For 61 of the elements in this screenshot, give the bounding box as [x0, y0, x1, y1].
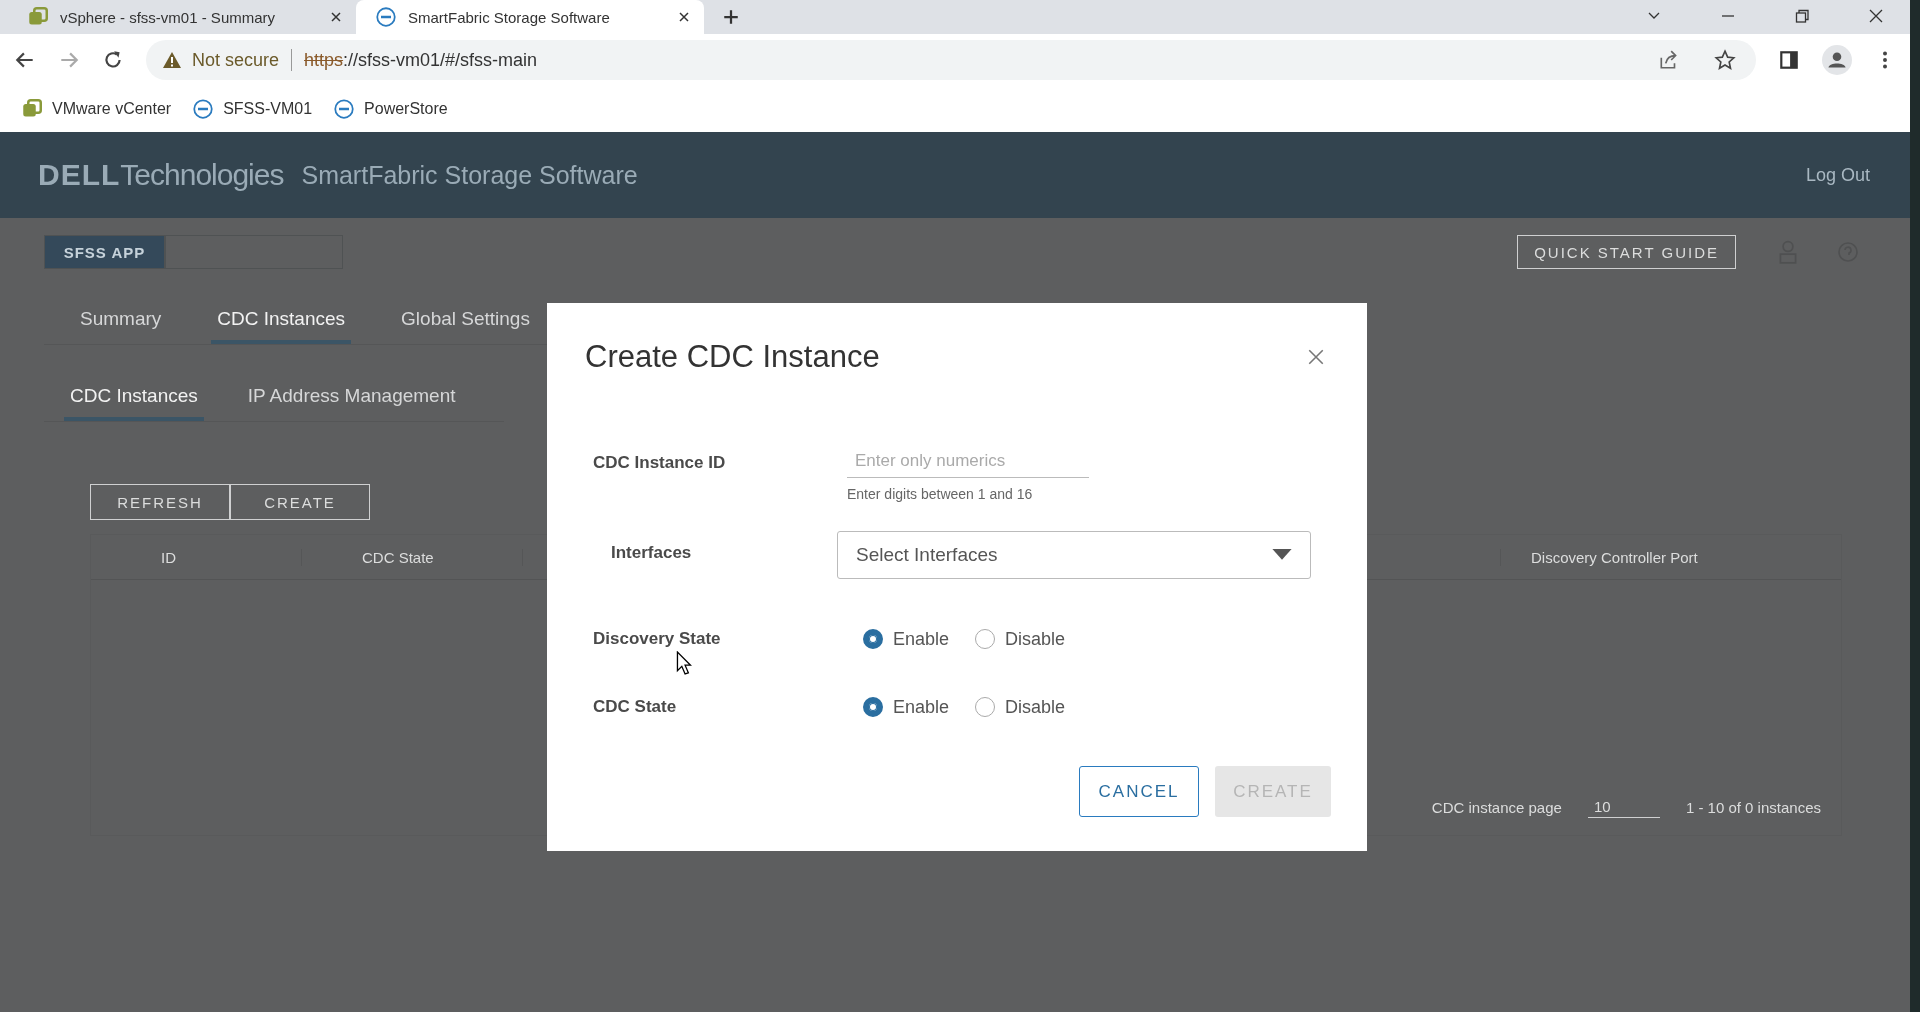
field-label: Interfaces — [610, 542, 693, 563]
nav-tab[interactable]: Summary — [74, 308, 168, 344]
address-bar[interactable]: Not secure https://sfss-vm01/#/sfss-main — [146, 40, 1756, 80]
cursor-icon — [676, 651, 692, 675]
tab-title: vSphere - sfss-vm01 - Summary — [60, 8, 277, 26]
field-label: CDC State — [592, 697, 678, 717]
star-icon[interactable] — [1714, 49, 1736, 71]
vsphere-icon — [28, 7, 48, 27]
restore-icon[interactable] — [1794, 8, 1810, 24]
select-dropdown[interactable]: Select Interfaces — [837, 531, 1311, 579]
app-switch-button[interactable] — [165, 235, 343, 269]
close-icon[interactable] — [1868, 8, 1884, 24]
close-icon[interactable] — [678, 11, 690, 23]
page-size-label: CDC instance page — [1431, 798, 1562, 816]
url-text: https://sfss-vm01/#/sfss-main — [304, 49, 538, 71]
brand-logo: DELLTechnologies — [38, 158, 284, 192]
bookmark-label: PowerStore — [364, 100, 448, 118]
pagination-range: 1 - 10 of 0 instances — [1685, 798, 1821, 816]
field-label: CDC Instance ID — [592, 452, 727, 473]
field-label: Discovery State — [592, 629, 722, 649]
dialog-title: Create CDC Instance — [585, 339, 880, 375]
column-header[interactable]: ID — [91, 548, 302, 566]
caret-icon — [1272, 549, 1292, 561]
helper-text: Enter digits between 1 and 16 — [847, 486, 1034, 502]
dialog-button[interactable]: CANCEL — [1079, 766, 1199, 817]
nav-tab[interactable]: Global Settings — [395, 308, 536, 344]
toolbar-button[interactable]: CREATE — [230, 484, 370, 520]
bookmark[interactable]: SFSS-VM01 — [193, 99, 313, 119]
column-header[interactable]: CDC State — [302, 548, 523, 566]
bookmark-label: VMware vCenter — [52, 100, 172, 118]
bookmark[interactable]: PowerStore — [334, 99, 448, 119]
reload-icon[interactable] — [102, 49, 124, 71]
radio-button[interactable] — [863, 629, 883, 649]
new-tab-icon[interactable] — [722, 8, 740, 26]
bookmark[interactable]: VMware vCenter — [22, 99, 172, 119]
side-panel-icon[interactable] — [1778, 49, 1800, 71]
radio-option[interactable]: Enable — [863, 696, 950, 718]
sub-tab[interactable]: CDC Instances — [64, 385, 204, 421]
radio-button[interactable] — [863, 697, 883, 717]
product-name: SmartFabric Storage Software — [301, 160, 638, 190]
radio-option[interactable]: Enable — [863, 628, 950, 650]
app-switch-button[interactable]: SFSS APP — [44, 235, 165, 269]
radio-option[interactable]: Disable — [975, 628, 1066, 650]
radio-option[interactable]: Disable — [975, 696, 1066, 718]
share-icon[interactable] — [1658, 49, 1680, 71]
browser-tab[interactable]: vSphere - sfss-vm01 - Summary — [8, 0, 356, 34]
close-icon[interactable] — [330, 11, 342, 23]
sub-tab[interactable]: IP Address Management — [241, 385, 462, 421]
nav-tab[interactable]: CDC Instances — [211, 308, 352, 344]
security-label: Not secure — [192, 49, 280, 71]
bookmark-label: SFSS-VM01 — [223, 100, 313, 118]
logout-link[interactable]: Log Out — [1805, 164, 1870, 186]
profile-icon[interactable] — [1822, 45, 1852, 75]
toolbar-button[interactable]: REFRESH — [90, 484, 230, 520]
quick-start-guide-button[interactable]: QUICK START GUIDE — [1517, 235, 1736, 269]
vsphere-icon — [22, 99, 42, 119]
column-header[interactable]: Discovery Controller Port — [1500, 548, 1841, 566]
tab-title: SmartFabric Storage Software — [408, 8, 611, 26]
page-size-select[interactable]: 10 — [1587, 796, 1660, 818]
warning-icon — [162, 51, 182, 69]
browser-tab[interactable]: SmartFabric Storage Software — [356, 0, 704, 34]
